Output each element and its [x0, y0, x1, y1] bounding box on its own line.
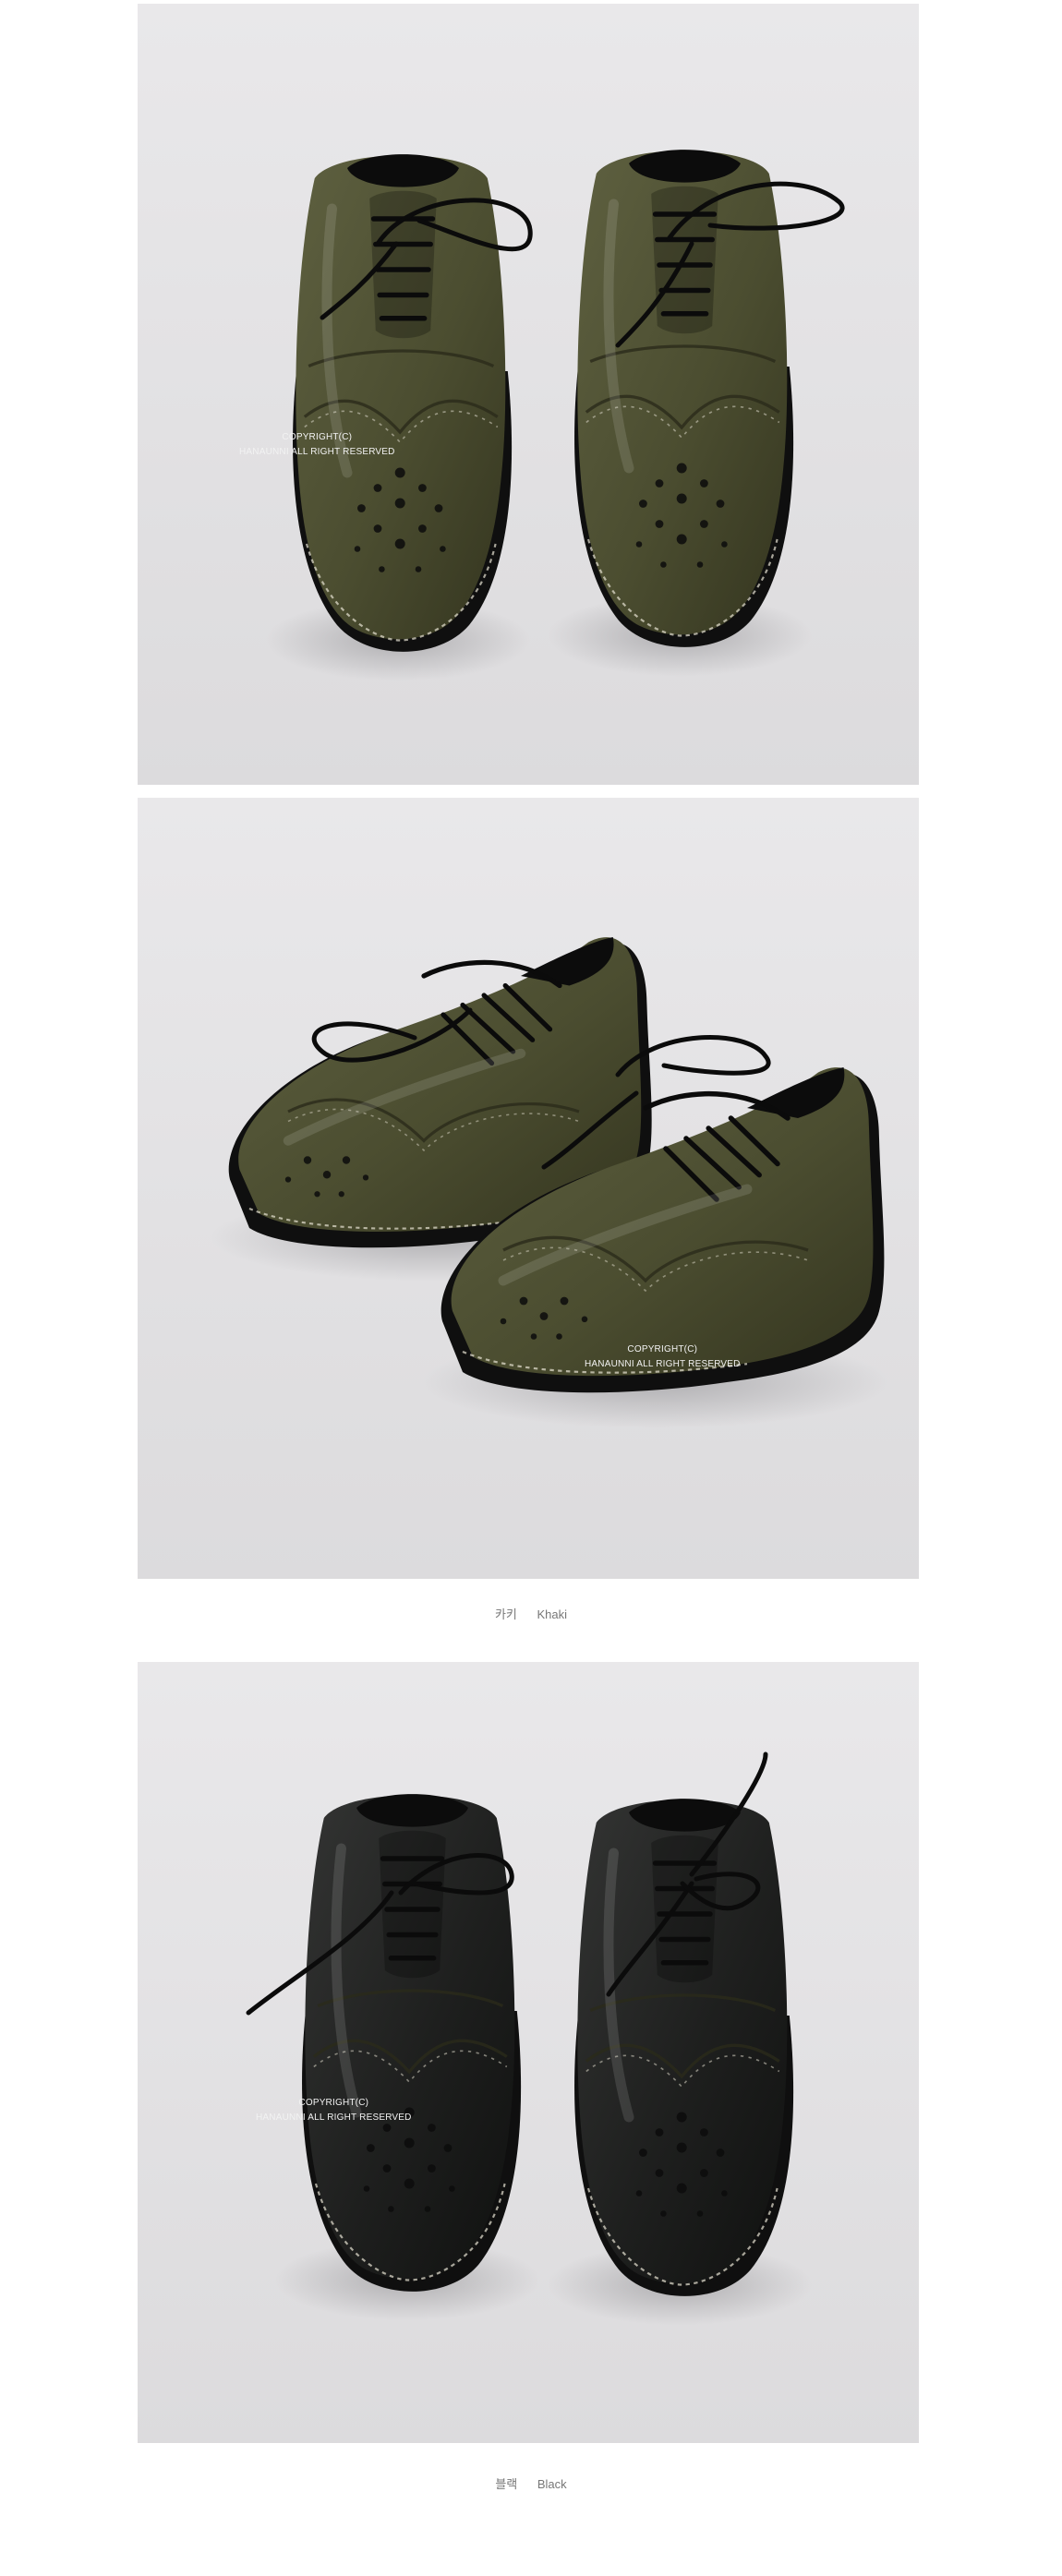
- color-caption-khaki: 카키 Khaki: [0, 1605, 1062, 1622]
- watermark-line1: COPYRIGHT(C): [282, 432, 353, 442]
- caption-english: Black: [537, 2477, 567, 2491]
- caption-korean: 블랙: [495, 2477, 518, 2491]
- watermark-line2: HANAUNNI ALL RIGHT RESERVED: [585, 1359, 741, 1369]
- black-shoes-front-image: [138, 1662, 919, 2443]
- watermark-line1: COPYRIGHT(C): [298, 2098, 369, 2108]
- caption-korean: 카키: [494, 1607, 517, 1621]
- watermark-line2: HANAUNNI ALL RIGHT RESERVED: [256, 2113, 412, 2123]
- product-photo-black-front: COPYRIGHT(C) HANAUNNI ALL RIGHT RESERVED: [138, 1662, 919, 2443]
- product-photo-khaki-front: COPYRIGHT(C) HANAUNNI ALL RIGHT RESERVED: [138, 4, 919, 785]
- caption-english: Khaki: [537, 1607, 568, 1621]
- product-photo-khaki-angled: COPYRIGHT(C) HANAUNNI ALL RIGHT RESERVED: [138, 798, 919, 1579]
- watermark: COPYRIGHT(C) HANAUNNI ALL RIGHT RESERVED: [585, 1342, 741, 1372]
- watermark-line1: COPYRIGHT(C): [627, 1344, 698, 1354]
- khaki-shoes-angled-image: [138, 798, 919, 1579]
- watermark: COPYRIGHT(C) HANAUNNI ALL RIGHT RESERVED: [239, 430, 395, 460]
- khaki-shoes-front-image: [138, 4, 919, 785]
- watermark-line2: HANAUNNI ALL RIGHT RESERVED: [239, 447, 395, 457]
- watermark: COPYRIGHT(C) HANAUNNI ALL RIGHT RESERVED: [256, 2096, 412, 2125]
- color-caption-black: 블랙 Black: [0, 2474, 1062, 2492]
